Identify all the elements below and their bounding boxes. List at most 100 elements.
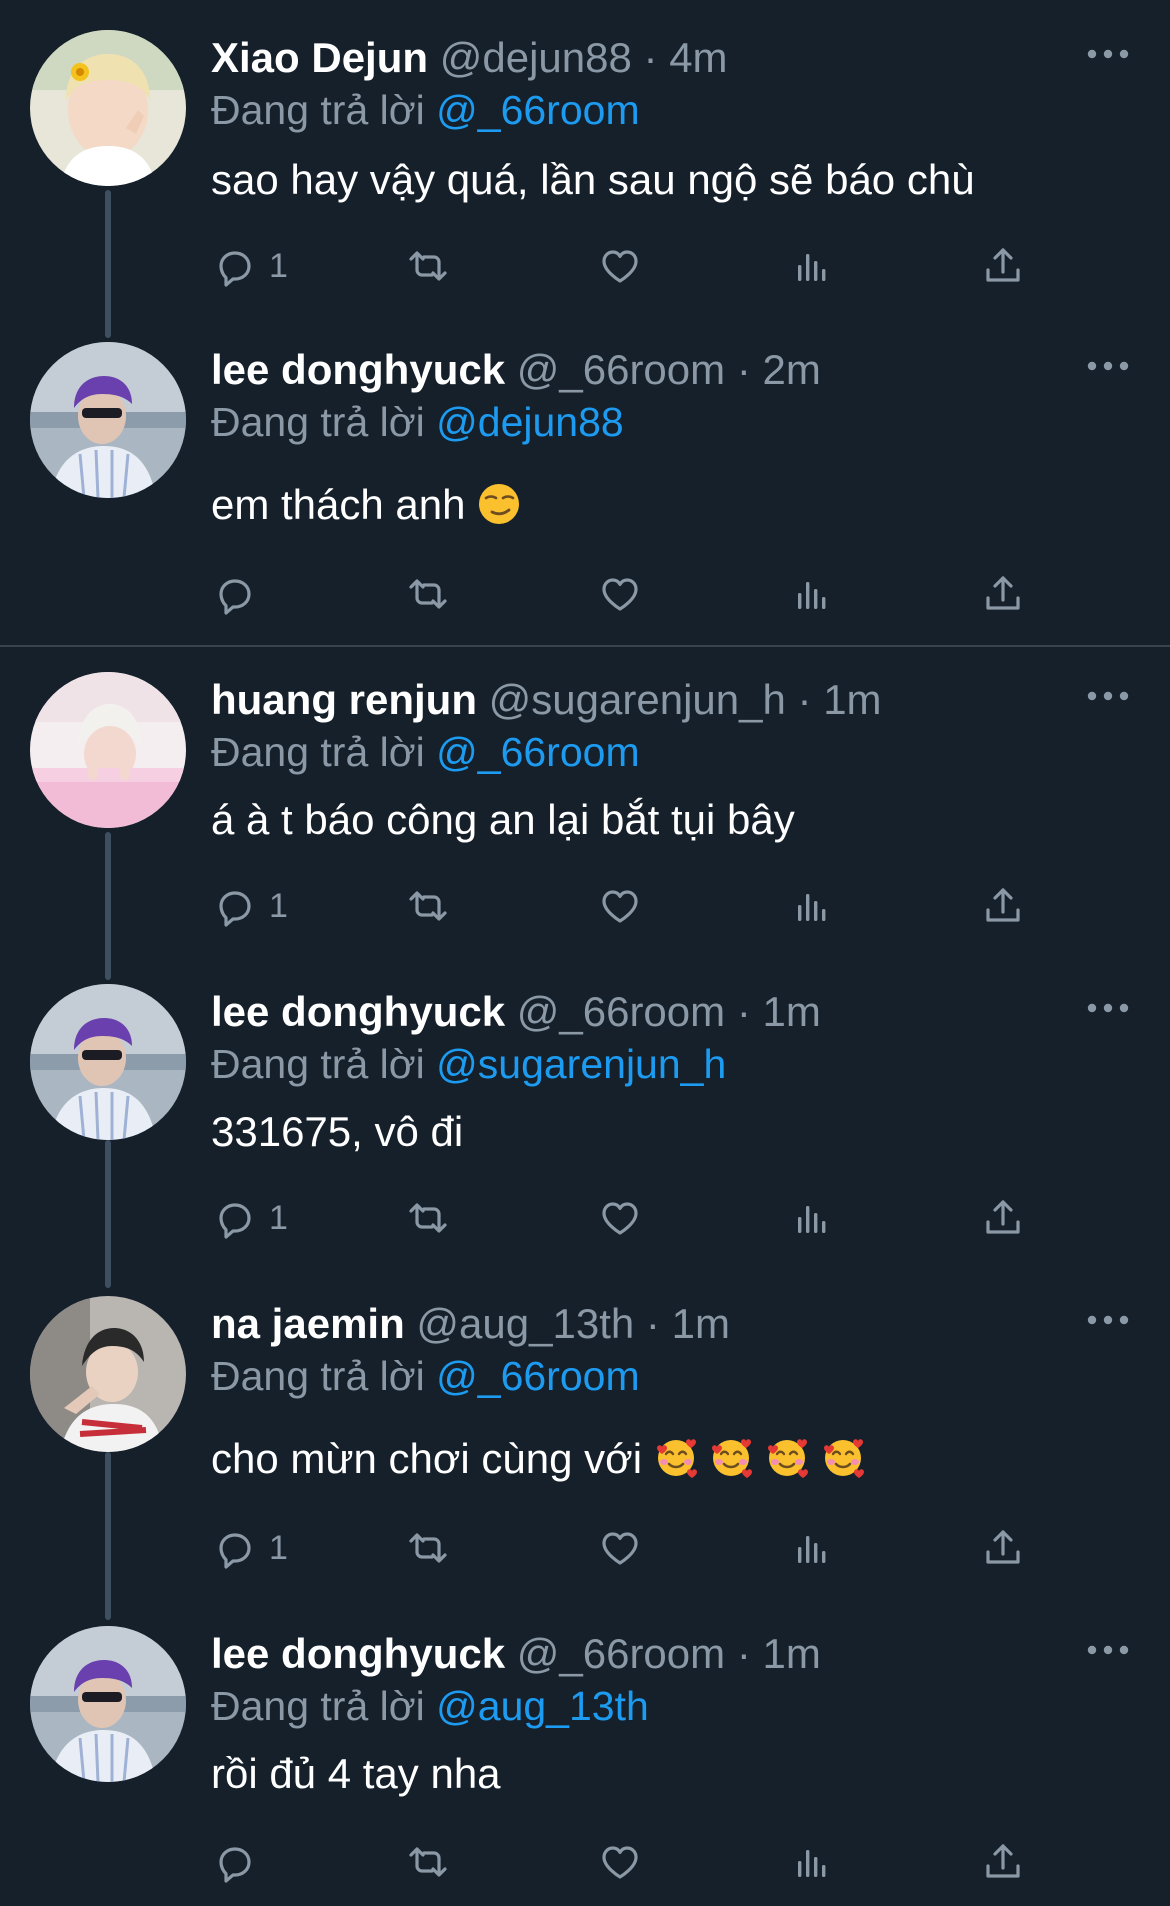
replying-to: Đang trả lời @sugarenjun_h [211,1036,726,1092]
tweet-text: rồi đủ 4 tay nha [211,1750,501,1797]
display-name[interactable]: Xiao Dejun [211,34,428,81]
like-button[interactable] [597,1520,643,1576]
avatar[interactable] [30,984,186,1140]
avatar[interactable] [30,342,186,498]
tweet[interactable]: na jaemin @aug_13th · 1m Đang trả lời @_… [0,1296,1170,1586]
share-icon [986,576,1020,610]
more-icon[interactable] [1086,1310,1130,1330]
mention-link[interactable]: @sugarenjun_h [436,1041,726,1087]
views-button[interactable] [789,1190,835,1246]
retweet-icon [409,891,447,921]
more-icon[interactable] [1086,356,1130,376]
reply-button[interactable] [211,566,269,622]
more-icon[interactable] [1086,1640,1130,1660]
retweet-button[interactable] [405,878,451,934]
tweet-actions [0,1834,1170,1890]
tweet[interactable]: Xiao Dejun @dejun88 · 4m Đang trả lời @_… [0,30,1170,300]
like-icon [602,1532,638,1565]
retweet-button[interactable] [405,566,451,622]
mention-link[interactable]: @_66room [436,729,639,775]
timestamp[interactable]: 1m [762,1630,820,1677]
retweet-icon [409,579,447,609]
share-button[interactable] [980,1520,1026,1576]
user-handle[interactable]: @aug_13th [416,1300,634,1347]
avatar[interactable] [30,30,186,186]
share-button[interactable] [980,878,1026,934]
share-button[interactable] [980,1834,1026,1890]
like-button[interactable] [597,566,643,622]
reply-button[interactable]: 1 [211,878,288,934]
mention-link[interactable]: @dejun88 [436,399,624,445]
tweet-actions: 1 [0,878,1170,934]
replying-label: Đang trả lời [211,729,425,775]
like-button[interactable] [597,238,643,294]
share-button[interactable] [980,238,1026,294]
user-handle[interactable]: @_66room [517,988,725,1035]
views-button[interactable] [789,566,835,622]
separator-dot: · [736,346,751,393]
reply-button[interactable]: 1 [211,1520,288,1576]
separator-dot: · [643,34,658,81]
share-button[interactable] [980,566,1026,622]
display-name[interactable]: lee donghyuck [211,346,505,393]
user-handle[interactable]: @_66room [517,1630,725,1677]
retweet-button[interactable] [405,1834,451,1890]
reply-button[interactable] [211,1834,269,1890]
display-name[interactable]: lee donghyuck [211,988,505,1035]
views-button[interactable] [789,878,835,934]
share-icon [986,248,1020,282]
replying-to: Đang trả lời @_66room [211,82,640,138]
views-button[interactable] [789,1520,835,1576]
timestamp[interactable]: 1m [762,988,820,1035]
tweet-header: lee donghyuck @_66room · 1m [211,1626,821,1682]
tweet-text: 331675, vô đi [211,1108,464,1155]
tweet[interactable]: lee donghyuck @_66room · 1m Đang trả lời… [0,1626,1170,1906]
reply-count: 1 [269,1528,288,1567]
like-icon [602,578,638,611]
reply-icon [219,579,251,615]
timestamp[interactable]: 1m [823,676,881,723]
avatar[interactable] [30,1626,186,1782]
display-name[interactable]: na jaemin [211,1300,405,1347]
more-icon[interactable] [1086,686,1130,706]
smiling-face-with-hearts-emoji [655,1437,698,1480]
tweet-header: Xiao Dejun @dejun88 · 4m [211,30,728,86]
tweet[interactable]: lee donghyuck @_66room · 1m Đang trả lời… [0,984,1170,1254]
reply-button[interactable]: 1 [211,1190,288,1246]
mention-link[interactable]: @aug_13th [436,1683,649,1729]
retweet-button[interactable] [405,238,451,294]
like-icon [602,250,638,283]
reply-count: 1 [269,1198,288,1237]
user-handle[interactable]: @sugarenjun_h [489,676,786,723]
display-name[interactable]: huang renjun [211,676,477,723]
retweet-icon [409,251,447,281]
mention-link[interactable]: @_66room [436,87,639,133]
retweet-button[interactable] [405,1190,451,1246]
views-button[interactable] [789,238,835,294]
replying-to: Đang trả lời @dejun88 [211,394,624,450]
more-icon[interactable] [1086,998,1130,1018]
avatar[interactable] [30,1296,186,1452]
replying-label: Đang trả lời [211,399,425,445]
tweet-actions: 1 [0,1520,1170,1576]
retweet-button[interactable] [405,1520,451,1576]
tweet[interactable]: lee donghyuck @_66room · 2m Đang trả lời… [0,342,1170,632]
timestamp[interactable]: 2m [762,346,820,393]
user-handle[interactable]: @dejun88 [440,34,632,81]
views-button[interactable] [789,1834,835,1890]
display-name[interactable]: lee donghyuck [211,1630,505,1677]
mention-link[interactable]: @_66room [436,1353,639,1399]
user-handle[interactable]: @_66room [517,346,725,393]
like-button[interactable] [597,1190,643,1246]
like-button[interactable] [597,1834,643,1890]
thread-divider [0,645,1170,647]
tweet[interactable]: huang renjun @sugarenjun_h · 1m Đang trả… [0,672,1170,942]
like-button[interactable] [597,878,643,934]
avatar[interactable] [30,672,186,828]
smiling-face-with-hearts-emoji [822,1437,865,1480]
reply-button[interactable]: 1 [211,238,288,294]
share-button[interactable] [980,1190,1026,1246]
timestamp[interactable]: 1m [672,1300,730,1347]
more-icon[interactable] [1086,44,1130,64]
timestamp[interactable]: 4m [669,34,727,81]
